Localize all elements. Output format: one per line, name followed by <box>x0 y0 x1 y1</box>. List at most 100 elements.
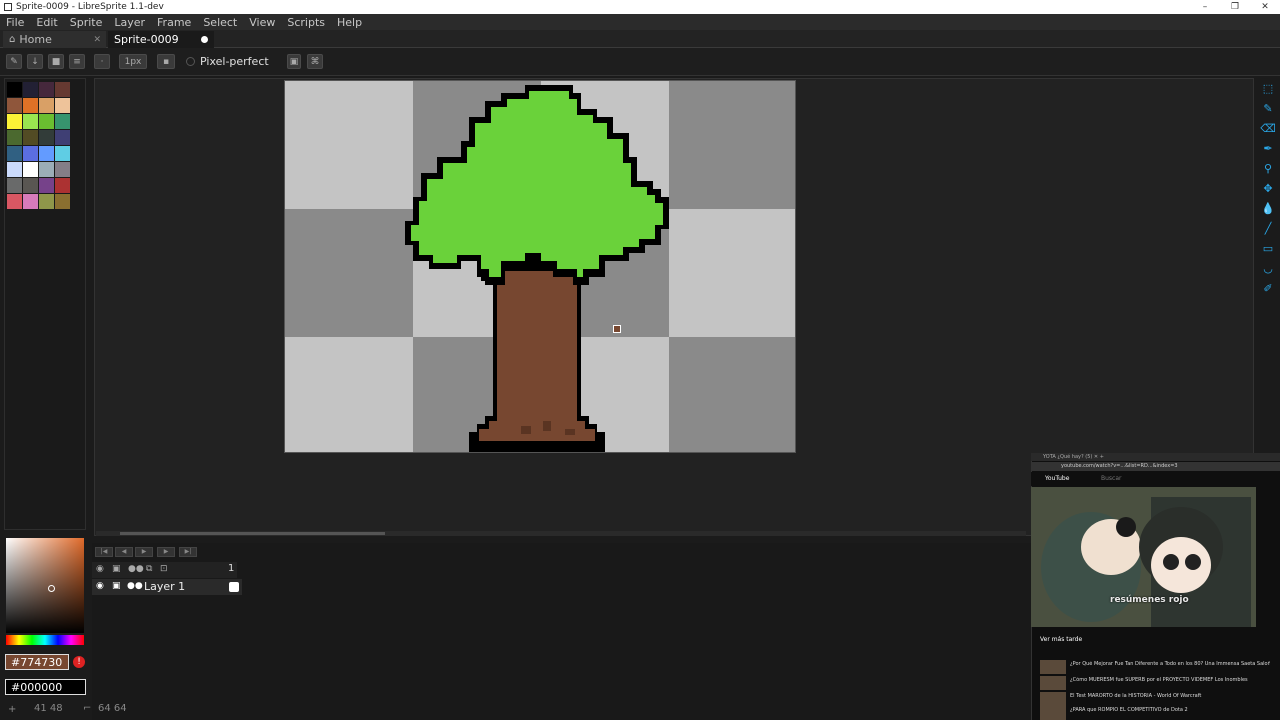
menu-help[interactable]: Help <box>331 16 368 29</box>
square-brush-icon[interactable]: ■ <box>48 54 64 69</box>
palette-swatch[interactable] <box>7 178 22 193</box>
palette-swatch[interactable] <box>55 82 70 97</box>
marquee-icon[interactable]: ⬚ <box>1260 80 1276 96</box>
palette-swatch[interactable] <box>7 130 22 145</box>
sprite-canvas[interactable] <box>284 80 796 453</box>
youtube-search[interactable]: Buscar <box>1101 475 1122 482</box>
prev-frame-icon[interactable]: ◀ <box>115 547 133 557</box>
menu-view[interactable]: View <box>243 16 281 29</box>
palette-swatch[interactable] <box>23 178 38 193</box>
palette-swatch[interactable] <box>23 162 38 177</box>
palette-swatch[interactable] <box>39 162 54 177</box>
browser-url[interactable]: youtube.com/watch?v=...&list=RD...&index… <box>1031 462 1280 471</box>
palette-swatch[interactable] <box>23 194 38 209</box>
palette-swatch[interactable] <box>39 114 54 129</box>
scrollbar-thumb[interactable] <box>120 532 385 535</box>
pen-down-icon[interactable]: ↓ <box>27 54 43 69</box>
eraser-icon[interactable]: ⌫ <box>1260 120 1276 136</box>
palette-swatch[interactable] <box>23 146 38 161</box>
playlist-item[interactable]: ¿PARA que ROMPIO EL COMPETITIVO de Dota … <box>1040 706 1270 720</box>
menu-scripts[interactable]: Scripts <box>281 16 331 29</box>
palette-swatch[interactable] <box>39 146 54 161</box>
continuous-icon[interactable]: ●● <box>127 581 143 591</box>
pen-mode-icon[interactable]: ✎ <box>6 54 22 69</box>
palette-swatch[interactable] <box>39 130 54 145</box>
layers-header-icon[interactable]: ⧉ <box>146 564 152 574</box>
pencil-icon[interactable]: ✎ <box>1260 100 1276 116</box>
palette-swatch[interactable] <box>23 82 38 97</box>
rectangle-icon[interactable]: ▭ <box>1260 240 1276 256</box>
background-color-button[interactable]: #000000 <box>5 679 86 695</box>
maximize-button[interactable]: ❐ <box>1220 0 1250 14</box>
palette-swatch[interactable] <box>55 194 70 209</box>
dot-brush-icon[interactable]: · <box>94 54 110 69</box>
zoom-icon[interactable]: ⚲ <box>1260 160 1276 176</box>
continuous-header-icon[interactable]: ●● <box>128 564 144 574</box>
padlock-icon[interactable]: ▣ <box>112 581 121 591</box>
ink-icon[interactable]: ▪ <box>157 54 175 69</box>
close-button[interactable]: ✕ <box>1250 0 1280 14</box>
color-picker-marker[interactable] <box>48 585 55 592</box>
palette-swatch[interactable] <box>55 162 70 177</box>
frame-number[interactable]: 1 <box>228 563 234 574</box>
close-icon[interactable]: ✕ <box>93 35 101 45</box>
brush-size-field[interactable]: 1px <box>119 54 147 69</box>
palette-swatch[interactable] <box>23 98 38 113</box>
tab-home[interactable]: ⌂ Home ✕ <box>3 31 106 48</box>
menu-lines-icon[interactable]: ≡ <box>69 54 85 69</box>
palette-swatch[interactable] <box>7 82 22 97</box>
palette-swatch[interactable] <box>55 146 70 161</box>
browser-tabs[interactable]: YOTA ¿Qué hay? (5) ✕ + <box>1031 453 1280 461</box>
palette-swatch[interactable] <box>7 114 22 129</box>
tab-sprite[interactable]: Sprite-0009 <box>108 31 214 48</box>
contour-icon[interactable]: ◡ <box>1260 260 1276 276</box>
palette-swatch[interactable] <box>55 130 70 145</box>
palette-swatch[interactable] <box>23 114 38 129</box>
youtube-logo[interactable]: YouTube <box>1045 475 1069 482</box>
menu-file[interactable]: File <box>0 16 30 29</box>
lock-icon[interactable]: ▣ <box>287 54 301 69</box>
fill-icon[interactable]: 💧 <box>1260 200 1276 216</box>
lock-header-icon[interactable]: ▣ <box>112 564 121 574</box>
cel-icon[interactable] <box>229 582 239 592</box>
menu-sprite[interactable]: Sprite <box>64 16 109 29</box>
menu-edit[interactable]: Edit <box>30 16 63 29</box>
palette-swatch[interactable] <box>7 194 22 209</box>
line-icon[interactable]: ╱ <box>1260 220 1276 236</box>
play-icon[interactable]: ▶ <box>135 547 153 557</box>
blur-icon[interactable]: ✐ <box>1260 280 1276 296</box>
visibility-header-icon[interactable]: ◉ <box>96 564 104 574</box>
warning-icon[interactable]: ! <box>73 656 85 668</box>
palette-swatch[interactable] <box>55 98 70 113</box>
eye-icon[interactable]: ◉ <box>96 581 104 591</box>
playlist-item[interactable]: ¿Por Qué Mejorar Fue Tan Diferente a Tod… <box>1040 660 1270 674</box>
palette-swatch[interactable] <box>23 130 38 145</box>
onion-skin-icon[interactable]: ⊡ <box>160 564 168 574</box>
first-frame-icon[interactable]: |◀ <box>95 547 113 557</box>
palette-swatch[interactable] <box>39 82 54 97</box>
next-frame-icon[interactable]: ▶ <box>157 547 175 557</box>
hue-slider[interactable] <box>6 635 84 645</box>
palette-swatch[interactable] <box>39 194 54 209</box>
minimize-button[interactable]: – <box>1190 0 1220 14</box>
menu-select[interactable]: Select <box>197 16 243 29</box>
palette-swatch[interactable] <box>39 178 54 193</box>
foreground-color-button[interactable]: #774730 <box>5 654 69 670</box>
unsaved-dot-icon[interactable] <box>201 36 208 43</box>
video-player[interactable] <box>1031 487 1256 627</box>
playlist-item[interactable]: ¿Cómo MUERESM fue SUPERB por el PROYECTO… <box>1040 676 1270 690</box>
move-icon[interactable]: ✥ <box>1260 180 1276 196</box>
playlist-item[interactable]: El Test MARORTO de la HISTORIA - World O… <box>1040 692 1270 706</box>
color-spectrum[interactable] <box>6 538 84 633</box>
menu-frame[interactable]: Frame <box>151 16 197 29</box>
last-frame-icon[interactable]: ▶| <box>179 547 197 557</box>
pixel-perfect-checkbox[interactable] <box>186 57 195 66</box>
palette-swatch[interactable] <box>7 98 22 113</box>
palette-swatch[interactable] <box>39 98 54 113</box>
menu-layer[interactable]: Layer <box>108 16 151 29</box>
palette-swatch[interactable] <box>7 146 22 161</box>
palette-swatch[interactable] <box>55 114 70 129</box>
eyedropper-icon[interactable]: ✒ <box>1260 140 1276 156</box>
gamepad-icon[interactable]: ⌘ <box>307 54 323 69</box>
layer-name[interactable]: Layer 1 <box>144 580 185 593</box>
